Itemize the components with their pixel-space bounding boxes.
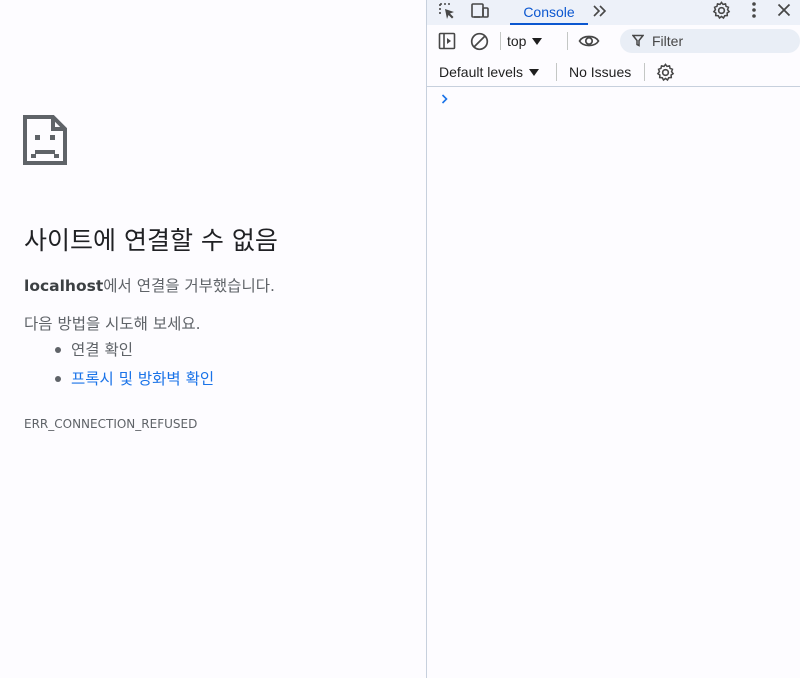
- sad-page-icon: [23, 115, 67, 165]
- tab-console[interactable]: Console: [510, 0, 588, 25]
- suggestion-check-connection: 연결 확인: [52, 338, 214, 367]
- console-toolbar-secondary: Default levels No Issues: [427, 57, 800, 87]
- error-description-text: 에서 연결을 거부했습니다.: [103, 277, 275, 295]
- filter-input[interactable]: [652, 33, 782, 49]
- chevron-down-icon: [529, 69, 540, 76]
- live-expression-eye-icon[interactable]: [576, 31, 602, 51]
- prompt-caret-icon[interactable]: [440, 91, 450, 105]
- log-levels-label: Default levels: [439, 64, 524, 80]
- error-description: localhost에서 연결을 거부했습니다.: [24, 274, 275, 296]
- error-title: 사이트에 연결할 수 없음: [24, 226, 278, 255]
- more-options-icon[interactable]: [744, 0, 764, 20]
- issues-button[interactable]: No Issues: [569, 62, 631, 82]
- suggestions-lead: 다음 방법을 시도해 보세요.: [24, 315, 201, 333]
- error-host: localhost: [24, 277, 104, 295]
- devtools-tabbar: Console: [427, 0, 800, 25]
- console-settings-icon[interactable]: [654, 62, 676, 82]
- chevron-down-icon: [532, 38, 543, 45]
- issues-label: No Issues: [569, 64, 632, 80]
- clear-console-icon[interactable]: [468, 31, 490, 51]
- context-selector[interactable]: top: [507, 31, 543, 51]
- inspect-element-icon[interactable]: [436, 1, 458, 21]
- device-toolbar-icon[interactable]: [469, 1, 491, 21]
- close-icon[interactable]: [774, 0, 794, 20]
- console-toolbar: top: [427, 26, 800, 56]
- error-page: 사이트에 연결할 수 없음 localhost에서 연결을 거부했습니다. 다음…: [0, 0, 427, 678]
- filter-field[interactable]: [620, 29, 800, 53]
- devtools-panel: Console top Filter Default levels No Iss…: [426, 0, 800, 678]
- filter-icon: [631, 32, 645, 51]
- log-levels-dropdown[interactable]: Default levels: [439, 62, 540, 82]
- show-sidebar-icon[interactable]: [436, 31, 458, 51]
- settings-icon[interactable]: [710, 0, 732, 20]
- context-selector-value: top: [507, 33, 527, 49]
- more-tabs-icon[interactable]: [590, 1, 610, 21]
- suggestions-list: 연결 확인 프록시 및 방화벽 확인: [52, 338, 214, 396]
- suggestion-check-proxy-firewall-link[interactable]: 프록시 및 방화벽 확인: [52, 367, 214, 396]
- error-code: ERR_CONNECTION_REFUSED: [24, 417, 198, 431]
